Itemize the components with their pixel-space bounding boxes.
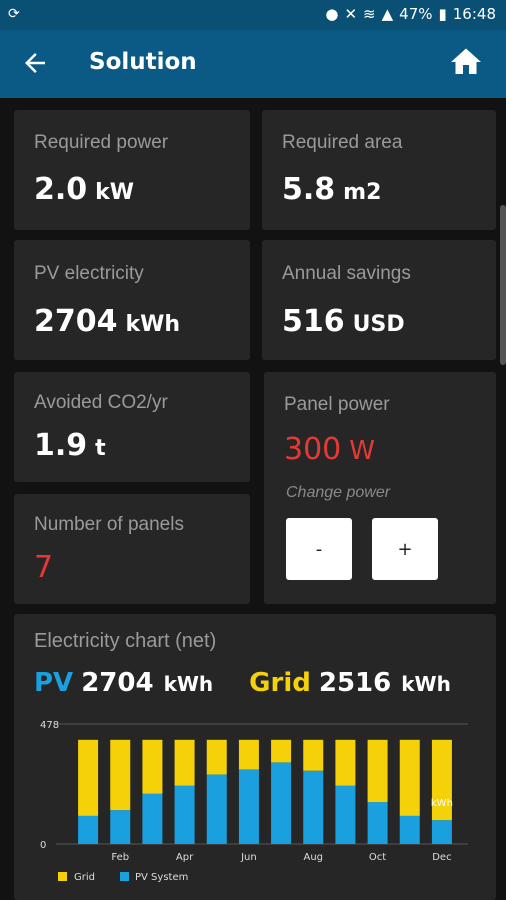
avoided-co2-number: 1.9 — [34, 428, 88, 463]
required-area-label: Required area — [282, 132, 403, 153]
change-power-label: Change power — [286, 484, 391, 501]
battery-percent: 47% — [399, 5, 433, 23]
annual-savings-number: 516 — [282, 304, 345, 339]
required-power-label: Required power — [34, 132, 169, 153]
avoided-co2-unit: t — [95, 436, 106, 461]
pv-electricity-card: PV electricity 2704 kWh — [14, 240, 250, 360]
clock: 16:48 — [452, 5, 496, 23]
page-title: Solution — [89, 49, 197, 75]
chart-bar-grid — [271, 739, 292, 763]
chart-bar-pv — [271, 762, 292, 844]
home-icon[interactable] — [448, 44, 484, 80]
panel-power-label: Panel power — [284, 394, 390, 415]
pv-electricity-number: 2704 — [34, 304, 118, 339]
number-of-panels-value: 7 — [34, 550, 54, 585]
required-area-number: 5.8 — [282, 172, 336, 207]
required-power-value: 2.0 kW — [34, 172, 134, 207]
chart-unit-label: kWh — [431, 798, 453, 809]
increase-power-button[interactable]: + — [372, 518, 438, 580]
grid-total-value: 2516 — [318, 668, 392, 698]
required-power-number: 2.0 — [34, 172, 88, 207]
signal-icon: ▲ — [381, 5, 394, 23]
chart-bar-pv — [206, 774, 227, 844]
chart-bar-pv — [238, 769, 259, 844]
chart-bar-grid — [142, 739, 163, 794]
number-of-panels-label: Number of panels — [34, 514, 184, 535]
chart-bar-grid — [335, 739, 356, 786]
chart-bar-pv — [174, 785, 195, 844]
chart-bar-grid — [78, 739, 99, 816]
chart-xtick-label: Jun — [240, 852, 257, 863]
legend-swatch-pv — [120, 872, 129, 881]
chart-bar-pv — [335, 785, 356, 844]
legend-label-pv: PV System — [135, 872, 188, 883]
chart-bar-grid — [110, 739, 131, 811]
chart-xtick-label: Apr — [176, 852, 194, 863]
electricity-chart-card: Electricity chart (net) PV 2704 kWh Grid… — [14, 614, 496, 900]
app-bar: Solution — [0, 30, 506, 98]
status-bar: ⟳ ● ✕ ≋ ▲ 47% ▮ 16:48 — [0, 0, 506, 30]
chart-bar-pv — [110, 810, 131, 844]
avoided-co2-label: Avoided CO2/yr — [34, 392, 168, 413]
chart-bar-pv — [78, 815, 99, 844]
annual-savings-card: Annual savings 516 USD — [262, 240, 496, 360]
panel-power-card: Panel power 300 W Change power - + — [264, 372, 496, 604]
electricity-chart: 0 478 Feb Apr Jun Aug Oct Dec kWh Grid PV System — [40, 720, 468, 883]
chart-xtick-label: Aug — [303, 852, 323, 863]
grid-total-label: Grid — [249, 668, 311, 698]
decrease-power-button[interactable]: - — [286, 518, 352, 580]
required-area-value: 5.8 m2 — [282, 172, 381, 207]
panel-power-number: 300 — [284, 432, 342, 467]
annual-savings-value: 516 USD — [282, 304, 405, 339]
required-area-unit: m2 — [343, 180, 382, 205]
avoided-co2-card: Avoided CO2/yr 1.9 t — [14, 372, 250, 482]
legend-label-grid: Grid — [74, 872, 95, 883]
number-of-panels-card: Number of panels 7 — [14, 494, 250, 604]
chart-bar-pv — [367, 802, 388, 844]
chart-bar-pv — [303, 770, 324, 844]
pv-electricity-unit: kWh — [125, 312, 181, 337]
chart-bar-grid — [367, 739, 388, 803]
chart-bar-grid — [206, 739, 227, 775]
chart-bar-grid — [238, 739, 259, 770]
pv-total-label: PV — [34, 668, 74, 698]
location-icon: ● — [325, 5, 339, 23]
annual-savings-unit: USD — [352, 312, 405, 337]
back-arrow-icon[interactable] — [20, 48, 50, 78]
legend-swatch-grid — [58, 872, 67, 881]
location-sync-icon: ⟳ — [8, 6, 20, 22]
scroll-indicator[interactable] — [500, 205, 506, 365]
chart-title: Electricity chart (net) — [34, 630, 217, 652]
chart-bar-grid — [303, 739, 324, 771]
chart-bar-grid — [174, 739, 195, 786]
required-power-card: Required power 2.0 kW — [14, 110, 250, 230]
wifi-icon: ≋ — [363, 5, 376, 23]
chart-xtick-label: Oct — [369, 852, 386, 863]
pv-electricity-value: 2704 kWh — [34, 304, 180, 339]
chart-bar-grid — [399, 739, 420, 816]
chart-bar-pv — [431, 820, 452, 844]
chart-xtick-label: Feb — [111, 852, 129, 863]
required-power-unit: kW — [95, 180, 135, 205]
annual-savings-label: Annual savings — [282, 263, 411, 284]
chart-ytick-label: 0 — [40, 840, 46, 851]
grid-total-unit: kWh — [401, 672, 451, 696]
battery-icon: ▮ — [438, 5, 447, 23]
mute-icon: ✕ — [344, 5, 358, 23]
pv-total-unit: kWh — [163, 672, 214, 696]
panel-power-value: 300 W — [284, 432, 375, 467]
pv-total-value: 2704 — [81, 668, 154, 698]
chart-bar-pv — [399, 815, 420, 844]
chart-totals: PV 2704 kWh Grid 2516 kWh — [34, 668, 451, 698]
pv-electricity-label: PV electricity — [34, 263, 144, 284]
chart-xtick-label: Dec — [432, 852, 451, 863]
panel-power-unit: W — [349, 436, 375, 466]
chart-ytick-label: 478 — [40, 720, 59, 731]
avoided-co2-value: 1.9 t — [34, 428, 106, 463]
chart-bar-pv — [142, 793, 163, 844]
required-area-card: Required area 5.8 m2 — [262, 110, 496, 230]
